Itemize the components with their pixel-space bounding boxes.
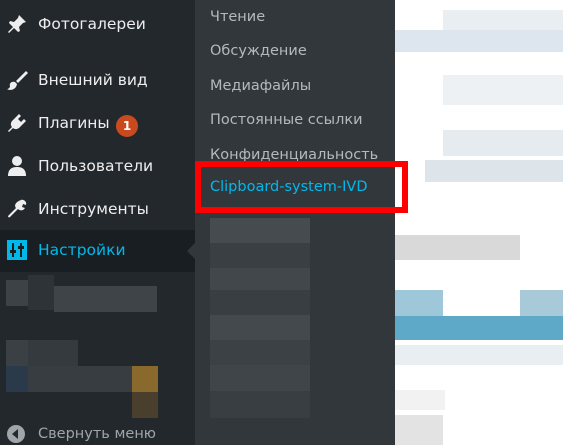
collapse-menu-label: Свернуть меню bbox=[38, 426, 157, 442]
settings-submenu: Чтение Обсуждение Медиафайлы Постоянные … bbox=[195, 0, 395, 445]
submenu-item-media[interactable]: Медиафайлы bbox=[210, 78, 311, 94]
user-icon bbox=[6, 155, 28, 177]
sidebar-item-label: Внешний вид bbox=[38, 71, 148, 89]
submenu-item-permalinks[interactable]: Постоянные ссылки bbox=[210, 112, 363, 128]
sidebar-item-settings[interactable]: Настройки bbox=[0, 230, 195, 272]
collapse-menu-button[interactable]: Свернуть меню bbox=[0, 418, 195, 445]
submenu-item-reading[interactable]: Чтение bbox=[210, 9, 265, 25]
sidebar-item-tools[interactable]: Инструменты bbox=[0, 189, 195, 231]
thumbtack-icon bbox=[6, 13, 28, 35]
page-content-obscured bbox=[395, 0, 563, 445]
admin-sidebar: Фотогалереи Внешний вид Плагины 1 Пользо… bbox=[0, 0, 195, 445]
update-count-badge: 1 bbox=[116, 115, 138, 137]
sidebar-item-label: Настройки bbox=[38, 241, 126, 259]
plugin-icon bbox=[6, 112, 28, 134]
paintbrush-icon bbox=[6, 69, 28, 91]
settings-sliders-icon bbox=[6, 239, 28, 261]
sidebar-item-appearance[interactable]: Внешний вид bbox=[0, 60, 195, 102]
sidebar-item-label: Пользователи bbox=[38, 157, 154, 175]
sidebar-item-label: Фотогалереи bbox=[38, 15, 146, 33]
sidebar-item-label: Плагины bbox=[38, 114, 110, 132]
sidebar-item-plugins[interactable]: Плагины 1 bbox=[0, 103, 195, 145]
sidebar-item-users[interactable]: Пользователи bbox=[0, 146, 195, 188]
sidebar-item-photo-galleries[interactable]: Фотогалереи bbox=[0, 4, 195, 46]
wrench-icon bbox=[6, 198, 28, 220]
sidebar-item-label: Инструменты bbox=[38, 200, 149, 218]
submenu-item-discussion[interactable]: Обсуждение bbox=[210, 43, 307, 59]
highlight-annotation-box bbox=[195, 161, 408, 213]
collapse-arrow-icon bbox=[6, 424, 26, 444]
